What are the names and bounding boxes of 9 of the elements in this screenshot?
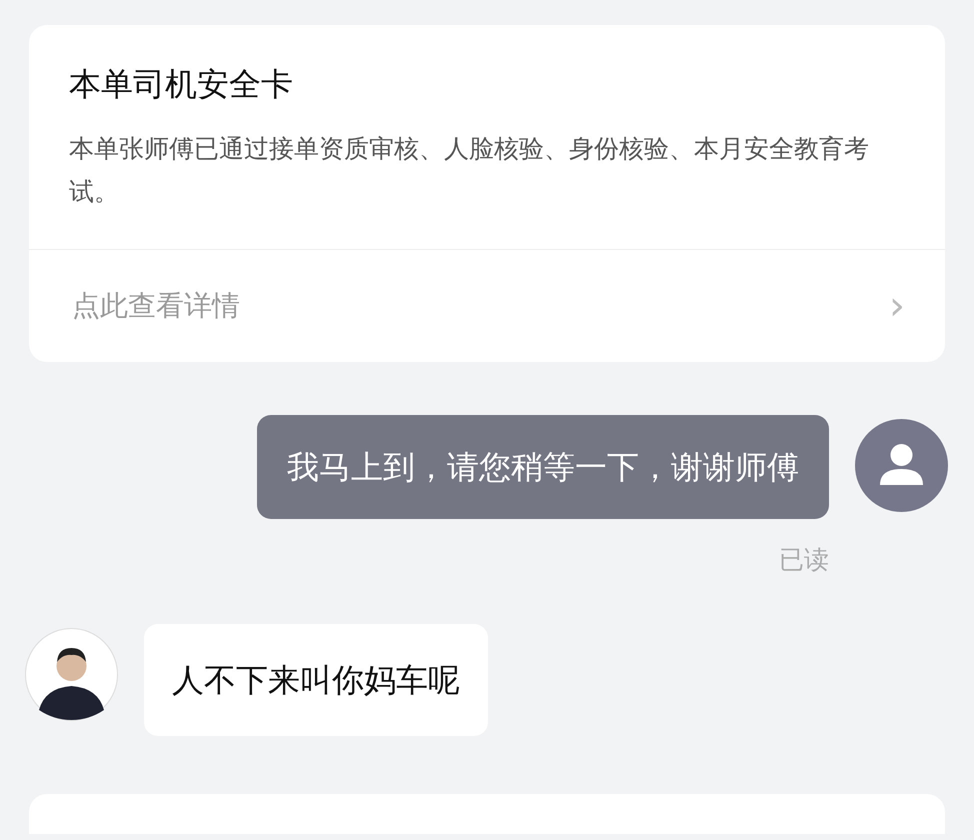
read-status: 已读: [779, 544, 829, 576]
card-description: 本单张师傅已通过接单资质审核、人脸核验、身份核验、本月安全教育考试。: [69, 133, 870, 208]
avatar-icon: [855, 419, 948, 512]
chevron-icon: ›: [889, 286, 905, 326]
card-title: 本单司机安全卡: [69, 64, 294, 105]
message-bubble: 我马上到，请您稍等一下，谢谢师傅: [257, 415, 829, 519]
details-link[interactable]: 点此查看详情 ›: [29, 250, 945, 362]
message-bubble: 人不下来叫你妈车呢: [144, 624, 488, 736]
avatar-icon: [25, 628, 118, 721]
